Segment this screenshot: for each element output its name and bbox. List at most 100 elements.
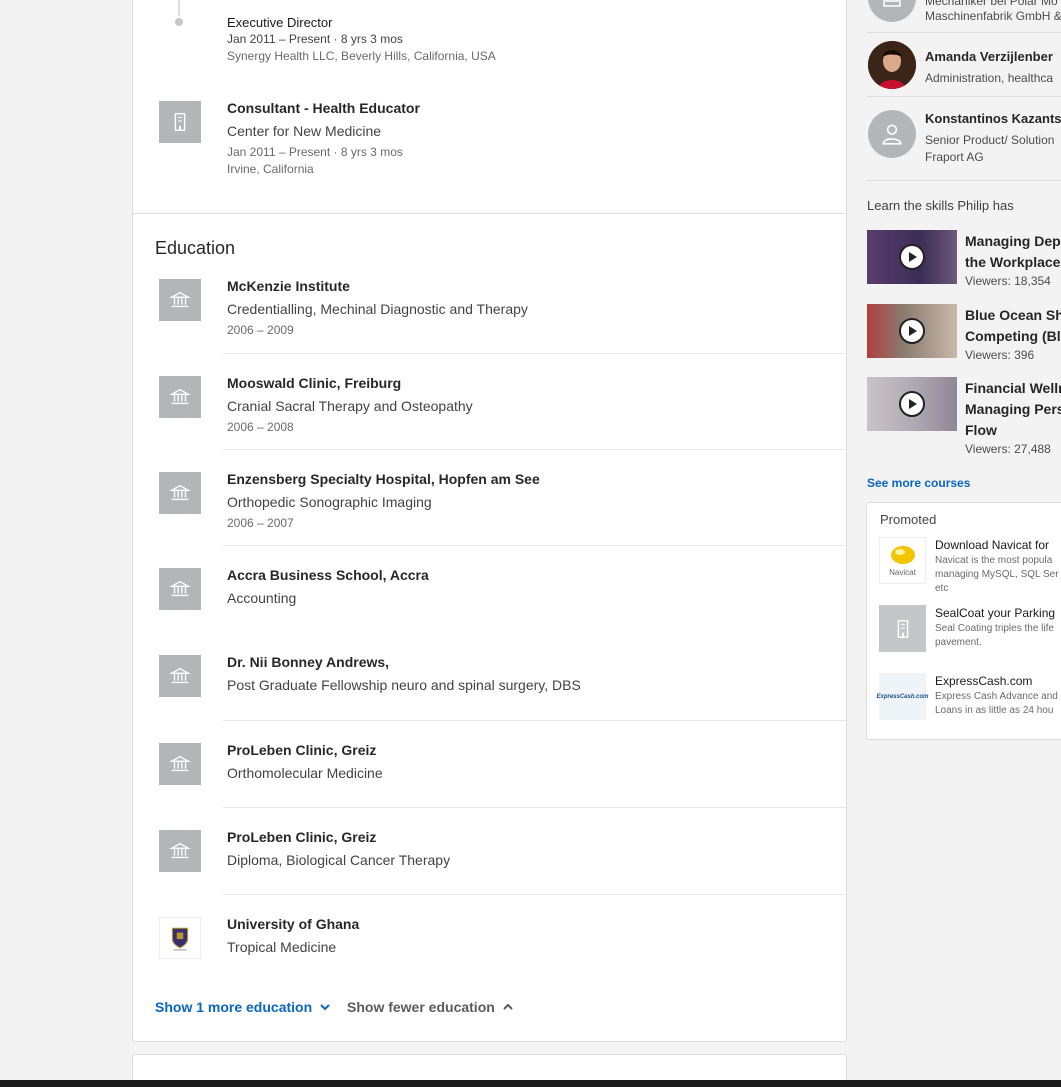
item-divider — [223, 353, 846, 354]
school-name[interactable]: ProLeben Clinic, Greiz — [227, 829, 376, 845]
person-headline: Mechaniker bei Polar Mo — [925, 0, 1058, 8]
building-icon — [897, 619, 908, 638]
school-degree: Orthopedic Sonographic Imaging — [227, 494, 432, 510]
crest-icon — [171, 927, 189, 951]
school-logo-placeholder[interactable] — [159, 655, 201, 697]
experience-role-location: Synergy Health LLC, Beverly Hills, Calif… — [227, 49, 496, 63]
ad-description: Loans in as little as 24 hou — [935, 705, 1054, 716]
school-icon — [169, 842, 191, 859]
school-degree: Credentialling, Mechinal Diagnostic and … — [227, 301, 528, 317]
person-avatar[interactable] — [868, 110, 916, 158]
school-logo-placeholder[interactable] — [159, 830, 201, 872]
school-logo-placeholder[interactable] — [159, 376, 201, 418]
school-name[interactable]: ProLeben Clinic, Greiz — [227, 742, 376, 758]
show-fewer-label: Show fewer education — [347, 999, 495, 1015]
course-title[interactable]: Financial Welln — [965, 378, 1061, 399]
ad-title[interactable]: Download Navicat for — [935, 538, 1049, 552]
school-dates: 2006 – 2007 — [227, 516, 294, 530]
rail-divider — [867, 180, 1061, 181]
school-degree: Tropical Medicine — [227, 939, 337, 955]
course-title[interactable]: Flow — [965, 420, 997, 441]
show-more-label: Show 1 more education — [155, 999, 313, 1015]
ad-title[interactable]: SealCoat your Parking — [935, 606, 1055, 620]
ad-logo-text: ExpressCash.com — [876, 693, 929, 700]
person-avatar[interactable] — [868, 0, 916, 22]
ad-description: Navicat is the most popula — [935, 555, 1053, 566]
section-divider — [133, 213, 846, 214]
education-heading: Education — [155, 238, 236, 258]
school-icon — [169, 580, 191, 597]
ad-logo-text: Navicat — [889, 568, 916, 577]
promoted-label: Promoted — [880, 512, 937, 527]
school-dates: 2006 – 2008 — [227, 420, 294, 434]
chevron-down-icon — [320, 1004, 330, 1011]
play-icon — [899, 391, 925, 417]
school-degree: Orthomolecular Medicine — [227, 765, 383, 781]
school-logo-placeholder[interactable] — [159, 472, 201, 514]
person-placeholder-icon — [883, 0, 901, 7]
person-avatar-photo[interactable] — [868, 41, 916, 89]
school-icon — [169, 291, 191, 308]
course-title[interactable]: the Workplace — [965, 252, 1060, 273]
course-thumbnail[interactable] — [867, 377, 957, 431]
item-divider — [223, 894, 846, 895]
ad-description: Express Cash Advance and — [935, 691, 1058, 702]
school-dates: 2006 – 2009 — [227, 323, 294, 337]
course-viewers: Viewers: 18,354 — [965, 274, 1051, 288]
experience-dates: Jan 2011 – Present · 8 yrs 3 mos — [227, 145, 403, 159]
school-name[interactable]: Mooswald Clinic, Freiburg — [227, 375, 401, 391]
course-title[interactable]: Managing Dep — [965, 231, 1061, 252]
school-name[interactable]: University of Ghana — [227, 916, 359, 932]
experience-role-title[interactable]: Executive Director — [227, 15, 332, 30]
course-title[interactable]: Blue Ocean Shi — [965, 305, 1061, 326]
show-more-education-button[interactable]: Show 1 more education — [155, 999, 332, 1015]
course-viewers: Viewers: 396 — [965, 348, 1035, 362]
company-logo-placeholder[interactable] — [159, 101, 201, 143]
school-degree: Accounting — [227, 590, 297, 606]
school-degree: Cranial Sacral Therapy and Osteopathy — [227, 398, 473, 414]
play-icon — [899, 318, 925, 344]
experience-title[interactable]: Consultant - Health Educator — [227, 100, 420, 116]
school-degree: Diploma, Biological Cancer Therapy — [227, 852, 451, 868]
course-thumbnail[interactable] — [867, 230, 957, 284]
show-fewer-education-button[interactable]: Show fewer education — [347, 999, 515, 1015]
course-title[interactable]: Managing Pers — [965, 399, 1061, 420]
ad-logo-placeholder[interactable] — [879, 605, 926, 652]
school-name[interactable]: McKenzie Institute — [227, 278, 350, 294]
profile-photo — [868, 41, 916, 89]
school-name[interactable]: Dr. Nii Bonney Andrews, — [227, 654, 389, 670]
school-name[interactable]: Enzensberg Specialty Hospital, Hopfen am… — [227, 471, 540, 487]
school-icon — [169, 388, 191, 405]
ad-logo-expresscash[interactable]: ExpressCash.com — [876, 673, 929, 720]
person-name[interactable]: Amanda Verzijlenber — [925, 49, 1053, 64]
courses-heading: Learn the skills Philip has — [867, 198, 1014, 213]
item-divider — [223, 807, 846, 808]
course-thumbnail[interactable] — [867, 304, 957, 358]
person-company: Fraport AG — [925, 150, 984, 164]
school-degree: Post Graduate Fellowship neuro and spina… — [227, 677, 581, 693]
see-more-courses-link[interactable]: See more courses — [867, 476, 970, 490]
course-viewers: Viewers: 27,488 — [965, 442, 1051, 456]
rail-divider — [867, 96, 1061, 97]
ad-logo-navicat[interactable]: Navicat — [879, 537, 926, 584]
bottom-strip — [0, 1080, 1061, 1087]
building-icon — [174, 113, 186, 131]
school-name[interactable]: Accra Business School, Accra — [227, 567, 429, 583]
university-crest-logo[interactable] — [159, 917, 201, 959]
person-headline: Senior Product/ Solution — [925, 133, 1055, 147]
school-icon — [169, 755, 191, 772]
experience-location: Irvine, California — [227, 162, 314, 176]
timeline-line — [178, 0, 180, 16]
ad-title[interactable]: ExpressCash.com — [935, 674, 1032, 688]
ad-description: Seal Coating triples the life — [935, 623, 1054, 634]
item-divider — [223, 545, 846, 546]
person-name[interactable]: Konstantinos Kazants — [925, 111, 1061, 126]
school-logo-placeholder[interactable] — [159, 743, 201, 785]
course-title[interactable]: Competing (Bli — [965, 326, 1061, 347]
item-divider — [223, 449, 846, 450]
school-logo-placeholder[interactable] — [159, 279, 201, 321]
person-headline: Maschinenfabrik GmbH & — [925, 9, 1061, 23]
person-placeholder-icon — [882, 124, 902, 145]
school-logo-placeholder[interactable] — [159, 568, 201, 610]
timeline-dot — [175, 18, 183, 26]
